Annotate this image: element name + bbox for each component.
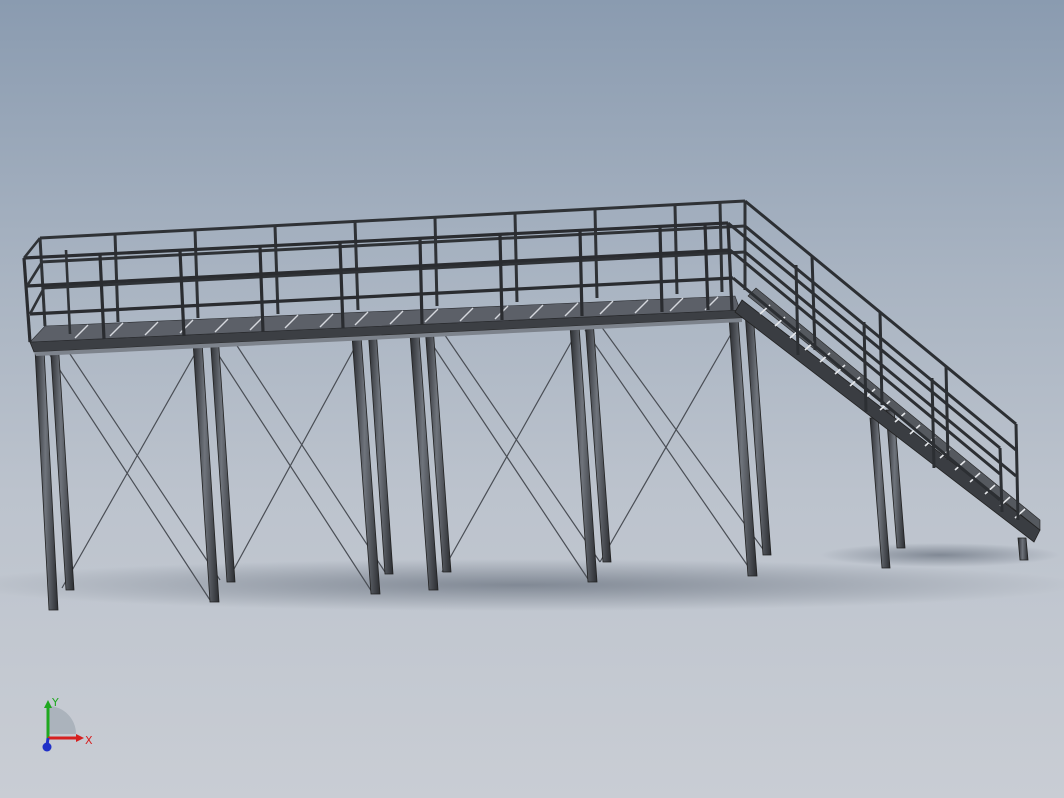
y-axis-arrowhead: [44, 700, 52, 708]
x-axis-arrowhead: [76, 734, 84, 742]
cross-bracing: [47, 321, 766, 601]
model-viewport[interactable]: [0, 0, 1064, 798]
rear-columns: [49, 311, 772, 591]
y-axis-label: Y: [51, 696, 59, 709]
stair-stringers: [734, 287, 1041, 543]
ground-shadow: [0, 543, 1064, 611]
z-axis-arrow: [45, 737, 50, 747]
deck-frame: [29, 295, 743, 356]
platform-model[interactable]: [22, 199, 1041, 611]
triad-plane-icon: [48, 706, 76, 734]
x-axis-label: X: [85, 734, 93, 747]
coordinate-triad[interactable]: Y X: [30, 696, 100, 762]
